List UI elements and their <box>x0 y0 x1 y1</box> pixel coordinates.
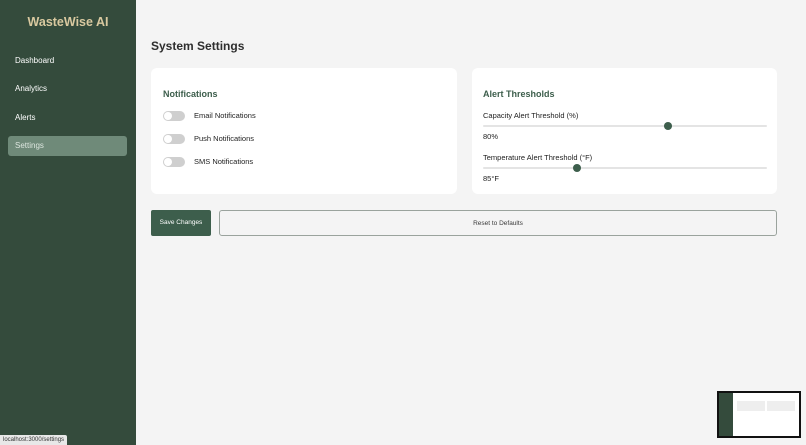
capacity-slider-handle[interactable] <box>663 122 672 130</box>
save-changes-button[interactable]: Save Changes <box>151 210 211 236</box>
toggle-knob <box>164 158 172 166</box>
reset-defaults-button[interactable]: Reset to Defaults <box>219 210 777 236</box>
toggle-knob <box>164 112 172 120</box>
sidebar-item-settings[interactable]: Settings <box>8 136 127 156</box>
temperature-threshold-label: Temperature Alert Threshold (°F) <box>483 153 593 162</box>
sms-notifications-label: SMS Notifications <box>194 157 254 166</box>
status-bar-url: localhost:3000/settings <box>0 435 68 445</box>
temperature-threshold-value: 85°F <box>483 174 499 183</box>
preview-sidebar <box>719 393 733 436</box>
toggle-knob <box>164 135 172 143</box>
capacity-threshold-slider[interactable] <box>483 122 767 130</box>
temperature-threshold-slider[interactable] <box>483 164 767 172</box>
alert-thresholds-title: Alert Thresholds <box>483 89 555 99</box>
capacity-threshold-value: 80% <box>483 132 499 141</box>
preview-card <box>767 401 795 411</box>
notifications-card: Notifications Email Notifications Push N… <box>151 68 457 194</box>
capacity-threshold-label: Capacity Alert Threshold (%) <box>483 111 579 120</box>
push-notifications-label: Push Notifications <box>194 134 255 143</box>
email-notifications-toggle[interactable] <box>163 111 185 121</box>
notifications-title: Notifications <box>163 89 218 99</box>
sidebar-item-analytics[interactable]: Analytics <box>8 79 127 99</box>
sidebar: WasteWise AI Dashboard Analytics Alerts … <box>0 0 136 445</box>
temperature-slider-handle[interactable] <box>572 164 581 172</box>
preview-card <box>737 401 765 411</box>
page-title: System Settings <box>151 39 245 53</box>
sidebar-item-dashboard[interactable]: Dashboard <box>8 51 127 71</box>
page-preview-thumbnail[interactable] <box>717 391 801 438</box>
alert-thresholds-card: Alert Thresholds Capacity Alert Threshol… <box>472 68 777 194</box>
push-notifications-toggle[interactable] <box>163 134 185 144</box>
email-notifications-label: Email Notifications <box>194 111 256 120</box>
sms-notifications-toggle[interactable] <box>163 157 185 167</box>
brand-logo: WasteWise AI <box>27 15 109 29</box>
sidebar-item-alerts[interactable]: Alerts <box>8 108 127 128</box>
